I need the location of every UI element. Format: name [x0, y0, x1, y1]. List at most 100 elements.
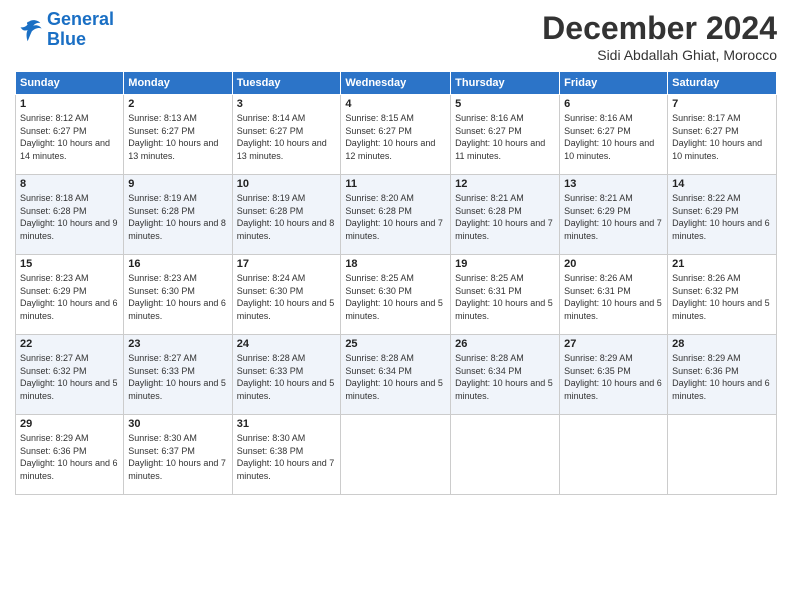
- day-number: 26: [455, 338, 555, 350]
- calendar-cell: 6 Sunrise: 8:16 AM Sunset: 6:27 PM Daylig…: [560, 95, 668, 175]
- calendar-cell: 19Sunrise: 8:25 AM Sunset: 6:31 PM Dayli…: [451, 255, 560, 335]
- logo: General Blue: [15, 10, 114, 50]
- logo-line1: General: [47, 9, 114, 29]
- day-number: 25: [345, 338, 446, 350]
- day-info: Sunrise: 8:17 AM Sunset: 6:27 PM Dayligh…: [672, 112, 772, 162]
- calendar-week-row: 8 Sunrise: 8:18 AM Sunset: 6:28 PM Daylig…: [16, 175, 777, 255]
- calendar-cell: 16Sunrise: 8:23 AM Sunset: 6:30 PM Dayli…: [124, 255, 232, 335]
- calendar-cell: 13 Sunrise: 8:21 AM Sunset: 6:29 PM Dayli…: [560, 175, 668, 255]
- day-info: Sunrise: 8:24 AM Sunset: 6:30 PM Dayligh…: [237, 272, 337, 322]
- calendar-cell: 17 Sunrise: 8:24 AM Sunset: 6:30 PM Dayli…: [232, 255, 341, 335]
- day-number: 1: [20, 98, 119, 110]
- calendar-cell: 25 Sunrise: 8:28 AM Sunset: 6:34 PM Dayli…: [341, 335, 451, 415]
- day-number: 13: [564, 178, 663, 190]
- day-info: Sunrise: 8:14 AM Sunset: 6:27 PM Dayligh…: [237, 112, 337, 162]
- day-info: Sunrise: 8:19 AM Sunset: 6:28 PM Dayligh…: [237, 192, 337, 242]
- weekday-header-saturday: Saturday: [668, 72, 777, 95]
- day-number: 31: [237, 418, 337, 430]
- weekday-header-friday: Friday: [560, 72, 668, 95]
- day-info: Sunrise: 8:23 AM Sunset: 6:30 PM Dayligh…: [128, 272, 227, 322]
- calendar-cell: 5Sunrise: 8:16 AM Sunset: 6:27 PM Daylig…: [451, 95, 560, 175]
- day-info: Sunrise: 8:16 AM Sunset: 6:27 PM Dayligh…: [455, 112, 555, 162]
- calendar-cell: 12Sunrise: 8:21 AM Sunset: 6:28 PM Dayli…: [451, 175, 560, 255]
- day-info: Sunrise: 8:20 AM Sunset: 6:28 PM Dayligh…: [345, 192, 446, 242]
- day-number: 29: [20, 418, 119, 430]
- day-number: 18: [345, 258, 446, 270]
- calendar-cell: 8 Sunrise: 8:18 AM Sunset: 6:28 PM Daylig…: [16, 175, 124, 255]
- day-number: 15: [20, 258, 119, 270]
- day-number: 28: [672, 338, 772, 350]
- calendar-cell: [451, 415, 560, 495]
- day-info: Sunrise: 8:12 AM Sunset: 6:27 PM Dayligh…: [20, 112, 119, 162]
- calendar-cell: 14 Sunrise: 8:22 AM Sunset: 6:29 PM Dayli…: [668, 175, 777, 255]
- day-info: Sunrise: 8:27 AM Sunset: 6:33 PM Dayligh…: [128, 352, 227, 402]
- weekday-header-wednesday: Wednesday: [341, 72, 451, 95]
- calendar-cell: 27Sunrise: 8:29 AM Sunset: 6:35 PM Dayli…: [560, 335, 668, 415]
- day-info: Sunrise: 8:28 AM Sunset: 6:34 PM Dayligh…: [455, 352, 555, 402]
- day-info: Sunrise: 8:22 AM Sunset: 6:29 PM Dayligh…: [672, 192, 772, 242]
- calendar-cell: 30Sunrise: 8:30 AM Sunset: 6:37 PM Dayli…: [124, 415, 232, 495]
- calendar-body: 1 Sunrise: 8:12 AM Sunset: 6:27 PM Daylig…: [16, 95, 777, 495]
- page: General Blue December 2024 Sidi Abdallah…: [0, 0, 792, 612]
- calendar-cell: 23Sunrise: 8:27 AM Sunset: 6:33 PM Dayli…: [124, 335, 232, 415]
- day-info: Sunrise: 8:13 AM Sunset: 6:27 PM Dayligh…: [128, 112, 227, 162]
- day-number: 8: [20, 178, 119, 190]
- day-info: Sunrise: 8:26 AM Sunset: 6:32 PM Dayligh…: [672, 272, 772, 322]
- calendar-cell: 28 Sunrise: 8:29 AM Sunset: 6:36 PM Dayli…: [668, 335, 777, 415]
- weekday-header-row: SundayMondayTuesdayWednesdayThursdayFrid…: [16, 72, 777, 95]
- calendar-cell: 4Sunrise: 8:15 AM Sunset: 6:27 PM Daylig…: [341, 95, 451, 175]
- calendar-week-row: 15Sunrise: 8:23 AM Sunset: 6:29 PM Dayli…: [16, 255, 777, 335]
- day-info: Sunrise: 8:29 AM Sunset: 6:35 PM Dayligh…: [564, 352, 663, 402]
- day-number: 22: [20, 338, 119, 350]
- day-number: 9: [128, 178, 227, 190]
- day-number: 2: [128, 98, 227, 110]
- day-info: Sunrise: 8:29 AM Sunset: 6:36 PM Dayligh…: [20, 432, 119, 482]
- header: General Blue December 2024 Sidi Abdallah…: [15, 10, 777, 63]
- logo-text: General Blue: [47, 10, 114, 50]
- weekday-header-tuesday: Tuesday: [232, 72, 341, 95]
- day-number: 6: [564, 98, 663, 110]
- day-number: 14: [672, 178, 772, 190]
- weekday-header-thursday: Thursday: [451, 72, 560, 95]
- calendar-cell: 31Sunrise: 8:30 AM Sunset: 6:38 PM Dayli…: [232, 415, 341, 495]
- calendar-cell: [560, 415, 668, 495]
- day-info: Sunrise: 8:25 AM Sunset: 6:30 PM Dayligh…: [345, 272, 446, 322]
- day-number: 17: [237, 258, 337, 270]
- calendar-cell: 18 Sunrise: 8:25 AM Sunset: 6:30 PM Dayli…: [341, 255, 451, 335]
- day-number: 21: [672, 258, 772, 270]
- weekday-header-monday: Monday: [124, 72, 232, 95]
- day-info: Sunrise: 8:21 AM Sunset: 6:29 PM Dayligh…: [564, 192, 663, 242]
- day-info: Sunrise: 8:21 AM Sunset: 6:28 PM Dayligh…: [455, 192, 555, 242]
- calendar-cell: 2 Sunrise: 8:13 AM Sunset: 6:27 PM Daylig…: [124, 95, 232, 175]
- day-info: Sunrise: 8:28 AM Sunset: 6:34 PM Dayligh…: [345, 352, 446, 402]
- calendar-cell: 21 Sunrise: 8:26 AM Sunset: 6:32 PM Dayli…: [668, 255, 777, 335]
- calendar-week-row: 1 Sunrise: 8:12 AM Sunset: 6:27 PM Daylig…: [16, 95, 777, 175]
- day-info: Sunrise: 8:26 AM Sunset: 6:31 PM Dayligh…: [564, 272, 663, 322]
- calendar-week-row: 29 Sunrise: 8:29 AM Sunset: 6:36 PM Dayli…: [16, 415, 777, 495]
- day-number: 7: [672, 98, 772, 110]
- title-block: December 2024 Sidi Abdallah Ghiat, Moroc…: [542, 10, 777, 63]
- calendar-cell: 15Sunrise: 8:23 AM Sunset: 6:29 PM Dayli…: [16, 255, 124, 335]
- day-info: Sunrise: 8:29 AM Sunset: 6:36 PM Dayligh…: [672, 352, 772, 402]
- calendar-cell: 11 Sunrise: 8:20 AM Sunset: 6:28 PM Dayli…: [341, 175, 451, 255]
- calendar-table: SundayMondayTuesdayWednesdayThursdayFrid…: [15, 71, 777, 495]
- month-title: December 2024: [542, 10, 777, 47]
- calendar-cell: 3 Sunrise: 8:14 AM Sunset: 6:27 PM Daylig…: [232, 95, 341, 175]
- day-number: 24: [237, 338, 337, 350]
- day-info: Sunrise: 8:18 AM Sunset: 6:28 PM Dayligh…: [20, 192, 119, 242]
- location-subtitle: Sidi Abdallah Ghiat, Morocco: [542, 47, 777, 63]
- calendar-cell: 20Sunrise: 8:26 AM Sunset: 6:31 PM Dayli…: [560, 255, 668, 335]
- calendar-week-row: 22 Sunrise: 8:27 AM Sunset: 6:32 PM Dayli…: [16, 335, 777, 415]
- calendar-cell: 1 Sunrise: 8:12 AM Sunset: 6:27 PM Daylig…: [16, 95, 124, 175]
- logo-line2: Blue: [47, 30, 114, 50]
- day-number: 11: [345, 178, 446, 190]
- day-info: Sunrise: 8:19 AM Sunset: 6:28 PM Dayligh…: [128, 192, 227, 242]
- calendar-cell: 22 Sunrise: 8:27 AM Sunset: 6:32 PM Dayli…: [16, 335, 124, 415]
- day-info: Sunrise: 8:27 AM Sunset: 6:32 PM Dayligh…: [20, 352, 119, 402]
- day-info: Sunrise: 8:16 AM Sunset: 6:27 PM Dayligh…: [564, 112, 663, 162]
- calendar-cell: 10Sunrise: 8:19 AM Sunset: 6:28 PM Dayli…: [232, 175, 341, 255]
- day-number: 3: [237, 98, 337, 110]
- day-number: 19: [455, 258, 555, 270]
- calendar-cell: 26 Sunrise: 8:28 AM Sunset: 6:34 PM Dayli…: [451, 335, 560, 415]
- calendar-cell: [341, 415, 451, 495]
